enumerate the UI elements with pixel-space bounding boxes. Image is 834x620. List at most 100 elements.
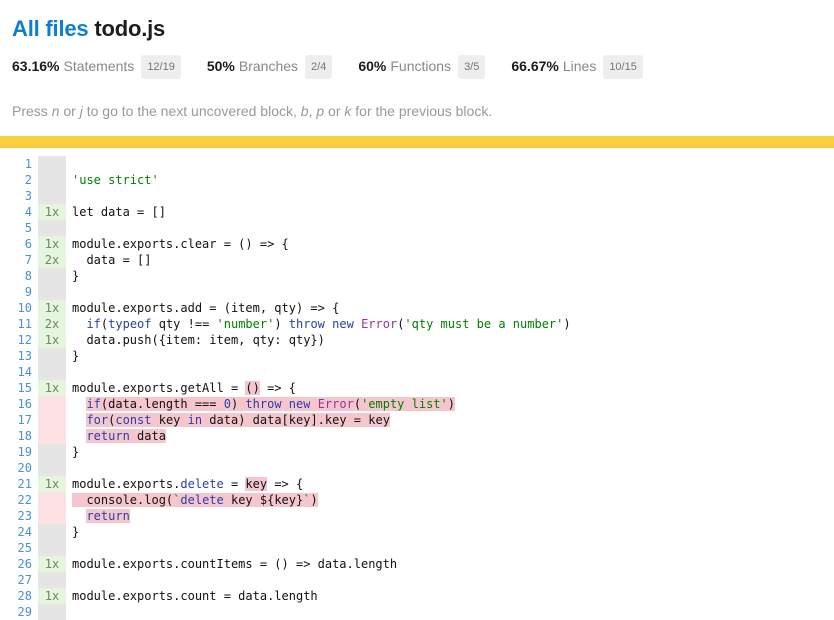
code-token: ) xyxy=(563,317,571,331)
line-number: 6 xyxy=(24,237,32,251)
keyboard-hint: Press n or j to go to the next uncovered… xyxy=(12,102,822,120)
section-divider xyxy=(0,136,834,148)
code-token: ) xyxy=(274,317,289,331)
source-line: let data = [] xyxy=(72,204,834,220)
hit-count-cell xyxy=(38,524,66,540)
source-line: if(data.length === 0) throw new Error('e… xyxy=(72,396,834,412)
source-line: console.log(`delete key ${key}`) xyxy=(72,492,834,508)
hint-text-5: or xyxy=(324,103,345,119)
code-token: } xyxy=(72,525,80,539)
hit-count-cell: 1x xyxy=(38,300,66,316)
breadcrumb-file-name: todo.js xyxy=(94,16,166,41)
line-number: 17 xyxy=(17,413,32,427)
source-line xyxy=(72,572,834,588)
uncovered-token: new xyxy=(288,397,311,411)
coverage-summary: 63.16% Statements 12/19 50% Branches 2/4 60% Fu… xyxy=(12,55,822,80)
line-number: 5 xyxy=(24,221,32,235)
hit-count-gutter: 1x 1x 2x 1x 2x 1x 1x 1x 1x 1x xyxy=(38,156,66,620)
hit-count-cell xyxy=(38,412,66,428)
line-number: 24 xyxy=(17,525,32,539)
hit-count-cell: 1x xyxy=(38,332,66,348)
code-token: module.exports. xyxy=(72,477,181,491)
stat-lines-label: Lines xyxy=(562,58,597,74)
code-token: module.exports.clear = () => { xyxy=(72,237,289,251)
hit-count-cell: 1x xyxy=(38,476,66,492)
code-token: module.exports.add = (item, qty) => { xyxy=(72,301,340,315)
hit-count-cell xyxy=(38,284,66,300)
hit-count-cell: 2x xyxy=(38,316,66,332)
hit-count-cell xyxy=(38,348,66,364)
hit-count-cell xyxy=(38,604,66,620)
hint-text-1: Press xyxy=(12,103,52,119)
hint-text-6: for the previous block. xyxy=(351,103,493,119)
uncovered-token: const xyxy=(115,413,152,427)
line-number: 15 xyxy=(17,381,32,395)
stat-functions-percent: 60% xyxy=(358,58,387,74)
source-line: module.exports.delete = key => { xyxy=(72,476,834,492)
uncovered-token: 0 xyxy=(223,397,231,411)
source-line: for(const key in data) data[key].key = k… xyxy=(72,412,834,428)
line-number-gutter[interactable]: 1 2 3 4 5 6 7 8 9 10 11 12 13 14 15 16 17 18 19 20 21 22 23 24 2… xyxy=(0,156,38,620)
hint-text-3: to go to the next uncovered block, xyxy=(82,103,301,119)
stat-functions-fraction: 3/5 xyxy=(458,55,486,79)
report-header: All files todo.js 63.16% Statements 12/19 5… xyxy=(0,0,834,120)
line-number: 27 xyxy=(17,573,32,587)
line-number: 8 xyxy=(24,269,32,283)
line-number: 14 xyxy=(17,365,32,379)
hit-count-cell xyxy=(38,268,66,284)
uncovered-token xyxy=(310,397,318,411)
hit-count-cell: 2x xyxy=(38,252,66,268)
stat-functions-label: Functions xyxy=(390,58,452,74)
source-line xyxy=(72,604,834,620)
code-token: 'qty must be a number' xyxy=(404,317,564,331)
hit-count-cell xyxy=(38,572,66,588)
uncovered-token xyxy=(281,397,289,411)
stat-branches-fraction: 2/4 xyxy=(305,55,333,79)
source-line: } xyxy=(72,268,834,284)
line-number: 23 xyxy=(17,509,32,523)
uncovered-token: if xyxy=(86,397,101,411)
uncovered-token: throw xyxy=(245,397,282,411)
code-token: module.exports.count = data.length xyxy=(72,589,318,603)
source-line: } xyxy=(72,444,834,460)
stat-branches-label: Branches xyxy=(238,58,299,74)
hint-key-b: b xyxy=(300,103,309,119)
breadcrumb-all-files-link[interactable]: All files xyxy=(12,16,89,41)
source-line: } xyxy=(72,524,834,540)
uncovered-token: 'empty list' xyxy=(361,397,448,411)
source-line xyxy=(72,540,834,556)
hit-count-cell xyxy=(38,188,66,204)
stat-lines: 66.67% Lines 10/15 xyxy=(511,55,643,80)
code-token: } xyxy=(72,269,80,283)
uncovered-token: in xyxy=(187,413,203,427)
code-token: let data = [] xyxy=(72,205,166,219)
code-token: => { xyxy=(259,381,296,395)
source-code-column[interactable]: 'use strict' let data = [] module.export… xyxy=(66,156,834,620)
line-number: 1 xyxy=(24,157,32,171)
hit-count-cell xyxy=(38,172,66,188)
stat-statements: 63.16% Statements 12/19 xyxy=(12,55,181,80)
code-token: if xyxy=(86,317,101,331)
source-line xyxy=(72,220,834,236)
uncovered-token: ) xyxy=(447,397,455,411)
code-token: } xyxy=(72,349,80,363)
coverage-report: All files todo.js 63.16% Statements 12/19 5… xyxy=(0,0,834,620)
source-line xyxy=(72,284,834,300)
source-line xyxy=(72,188,834,204)
line-number: 9 xyxy=(24,285,32,299)
hit-count-cell xyxy=(38,492,66,508)
code-token: = xyxy=(223,477,246,491)
hit-count-cell xyxy=(38,396,66,412)
code-token: data.push({item: item, qty: qty}) xyxy=(72,333,325,347)
uncovered-token: delete xyxy=(180,493,224,507)
uncovered-token: ) xyxy=(310,493,318,507)
source-line: if(typeof qty !== 'number') throw new Er… xyxy=(72,316,834,332)
code-token: } xyxy=(72,445,80,459)
hit-count-cell xyxy=(38,460,66,476)
code-token: data = [] xyxy=(72,253,152,267)
line-number: 21 xyxy=(17,477,32,491)
line-number: 29 xyxy=(17,605,32,619)
